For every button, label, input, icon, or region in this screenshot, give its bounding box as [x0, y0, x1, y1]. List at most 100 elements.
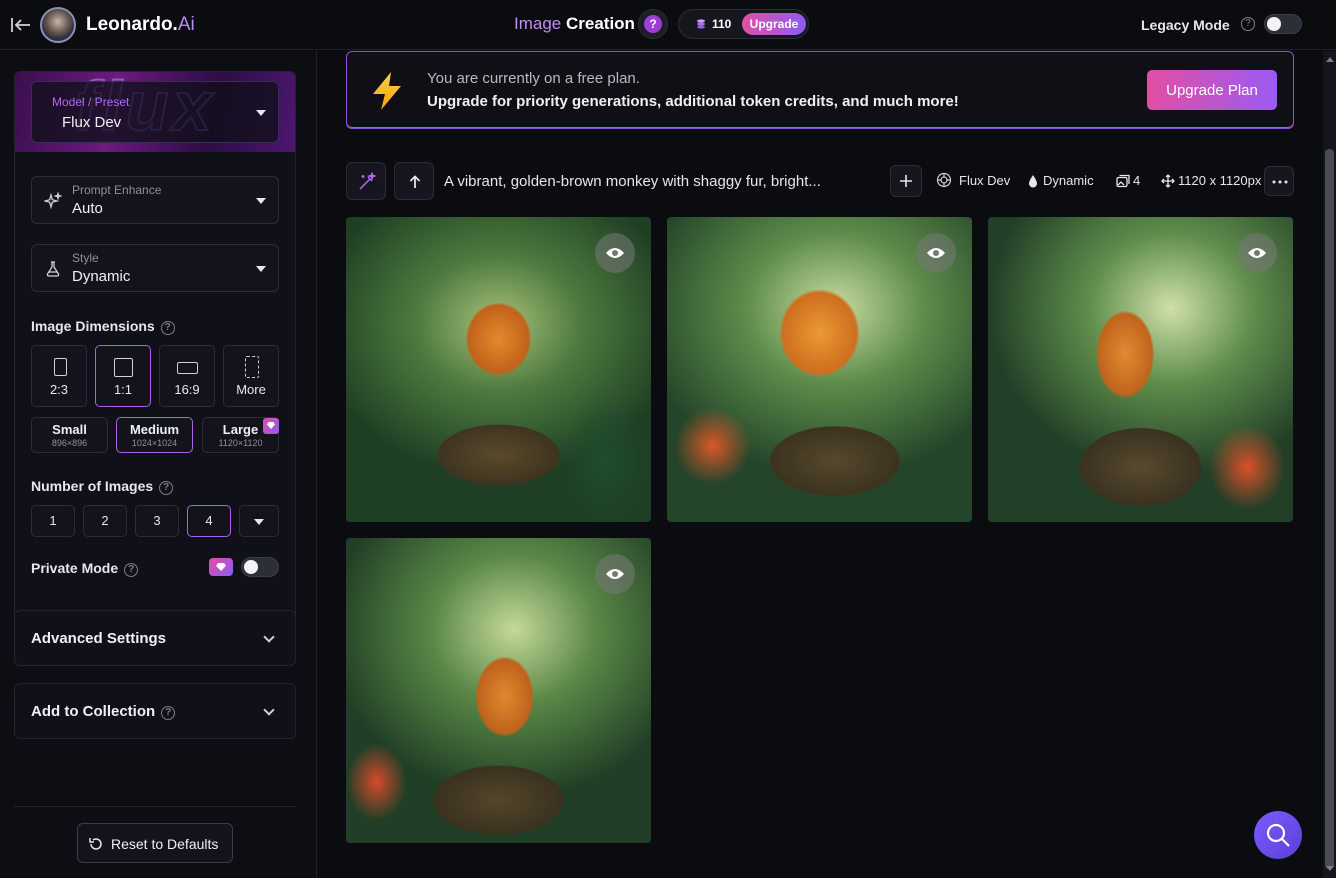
token-stack-icon [697, 19, 705, 29]
help-icon[interactable]: ? [161, 706, 176, 720]
add-button[interactable] [890, 165, 922, 197]
free-plan-banner: You are currently on a free plan. Upgrad… [346, 51, 1294, 129]
model-banner: flux Model / Preset Flux Dev [15, 72, 295, 152]
banner-subtext: Upgrade for priority generations, additi… [427, 93, 959, 110]
num-images-more-button[interactable] [239, 505, 279, 537]
arrow-up-icon [409, 175, 421, 188]
avatar[interactable] [40, 7, 76, 43]
generated-image-4[interactable] [346, 538, 651, 843]
num-images-4-button[interactable]: 4 [187, 505, 231, 537]
help-button[interactable]: ? [638, 9, 668, 39]
size-medium-button[interactable]: Medium 1024×1024 [116, 417, 193, 453]
sparkle-icon [44, 192, 62, 210]
main-scrollbar[interactable] [1323, 51, 1336, 878]
more-horizontal-icon [1272, 180, 1288, 184]
premium-gem-icon [209, 558, 233, 576]
prompt-enhance-select[interactable]: Prompt Enhance Auto [31, 176, 279, 224]
scroll-thumb[interactable] [1325, 149, 1334, 869]
chevron-down-icon [263, 631, 275, 643]
generated-image-1[interactable] [346, 217, 651, 522]
prompt-enhance-value: Auto [72, 200, 103, 217]
sidebar-footer-divider [14, 806, 296, 807]
reset-icon [89, 838, 102, 850]
advanced-settings-title: Advanced Settings [31, 630, 167, 647]
question-icon: ? [644, 15, 662, 33]
style-select[interactable]: Style Dynamic [31, 244, 279, 292]
num-images-3-button[interactable]: 3 [135, 505, 179, 537]
eye-icon [1248, 248, 1266, 258]
back-arrow-icon[interactable] [10, 14, 32, 36]
search-button[interactable] [1254, 811, 1302, 859]
legacy-mode-label: Legacy Mode [1141, 17, 1230, 33]
images-icon [1116, 174, 1130, 188]
private-mode-toggle[interactable] [241, 557, 279, 577]
generation-info-bar: A vibrant, golden-brown monkey with shag… [346, 162, 1294, 200]
help-icon[interactable]: ? [159, 481, 174, 495]
upgrade-button[interactable]: Upgrade [742, 13, 806, 35]
chevron-down-icon [256, 266, 266, 272]
page-title: Image Creation [514, 14, 635, 33]
custom-frame-icon [245, 356, 259, 378]
flask-icon [46, 261, 60, 277]
ratio-1-1-button[interactable]: 1:1 [95, 345, 151, 407]
top-bar: Leonardo.Ai Image Creation ? 110 Upgrade… [0, 0, 1336, 50]
image-dimensions-heading: Image Dimensions? [31, 318, 175, 335]
eye-icon [927, 248, 945, 258]
chevron-down-icon [256, 198, 266, 204]
chevron-down-icon [254, 519, 264, 525]
plus-icon [900, 175, 912, 187]
view-image-button[interactable] [595, 554, 635, 594]
magic-wand-icon [359, 172, 377, 190]
view-image-button[interactable] [595, 233, 635, 273]
add-to-collection-accordion[interactable]: Add to Collection? [14, 683, 296, 739]
image-count: 4 [1133, 173, 1141, 188]
more-options-button[interactable] [1264, 166, 1294, 196]
generated-image-2[interactable] [667, 217, 972, 522]
model-preset-select[interactable]: Model / Preset Flux Dev [31, 81, 279, 143]
upgrade-plan-button[interactable]: Upgrade Plan [1147, 70, 1277, 110]
num-images-2-button[interactable]: 2 [83, 505, 127, 537]
eye-icon [606, 569, 624, 579]
style-name: Dynamic [1043, 173, 1094, 188]
legacy-help-icon[interactable]: ? [1241, 17, 1255, 31]
eye-icon [606, 248, 624, 258]
generation-settings-panel: flux Model / Preset Flux Dev Prompt Enha… [14, 71, 296, 649]
num-images-1-button[interactable]: 1 [31, 505, 75, 537]
ratio-2-3-button[interactable]: 2:3 [31, 345, 87, 407]
add-to-collection-title: Add to Collection? [31, 703, 176, 720]
scroll-up-arrow-icon[interactable] [1326, 57, 1334, 62]
style-label: Style [72, 251, 99, 265]
lightning-bolt-icon [373, 72, 401, 110]
prompt-enhance-label: Prompt Enhance [72, 183, 162, 197]
help-icon[interactable]: ? [124, 563, 139, 577]
number-of-images-heading: Number of Images? [31, 478, 174, 495]
style-value: Dynamic [72, 268, 131, 285]
brand-logo[interactable]: Leonardo.Ai [86, 14, 195, 36]
legacy-mode-toggle[interactable] [1264, 14, 1302, 34]
token-balance[interactable]: 110 Upgrade [678, 9, 809, 39]
size-large-button[interactable]: Large 1120×1120 [202, 417, 279, 453]
advanced-settings-accordion[interactable]: Advanced Settings [14, 610, 296, 666]
view-image-button[interactable] [916, 233, 956, 273]
private-mode-heading: Private Mode? [31, 560, 139, 577]
scroll-down-arrow-icon[interactable] [1326, 866, 1334, 871]
model-name: Flux Dev [959, 173, 1011, 188]
generated-image-3[interactable] [988, 217, 1293, 522]
landscape-frame-icon [177, 362, 198, 374]
model-icon [936, 172, 952, 188]
chevron-down-icon [263, 704, 275, 716]
ratio-more-button[interactable]: More [223, 345, 279, 407]
reuse-prompt-button[interactable] [394, 162, 434, 200]
help-icon[interactable]: ? [160, 321, 175, 335]
reset-to-defaults-button[interactable]: Reset to Defaults [77, 823, 233, 863]
model-preset-label: Model / Preset [52, 95, 130, 109]
ratio-16-9-button[interactable]: 16:9 [159, 345, 215, 407]
search-icon [1266, 823, 1290, 847]
improve-prompt-button[interactable] [346, 162, 386, 200]
sidebar: flux Model / Preset Flux Dev Prompt Enha… [0, 51, 317, 878]
prompt-text[interactable]: A vibrant, golden-brown monkey with shag… [444, 173, 821, 190]
token-count: 110 [712, 17, 732, 31]
size-small-button[interactable]: Small 896×896 [31, 417, 108, 453]
model-preset-value: Flux Dev [62, 114, 122, 131]
view-image-button[interactable] [1237, 233, 1277, 273]
